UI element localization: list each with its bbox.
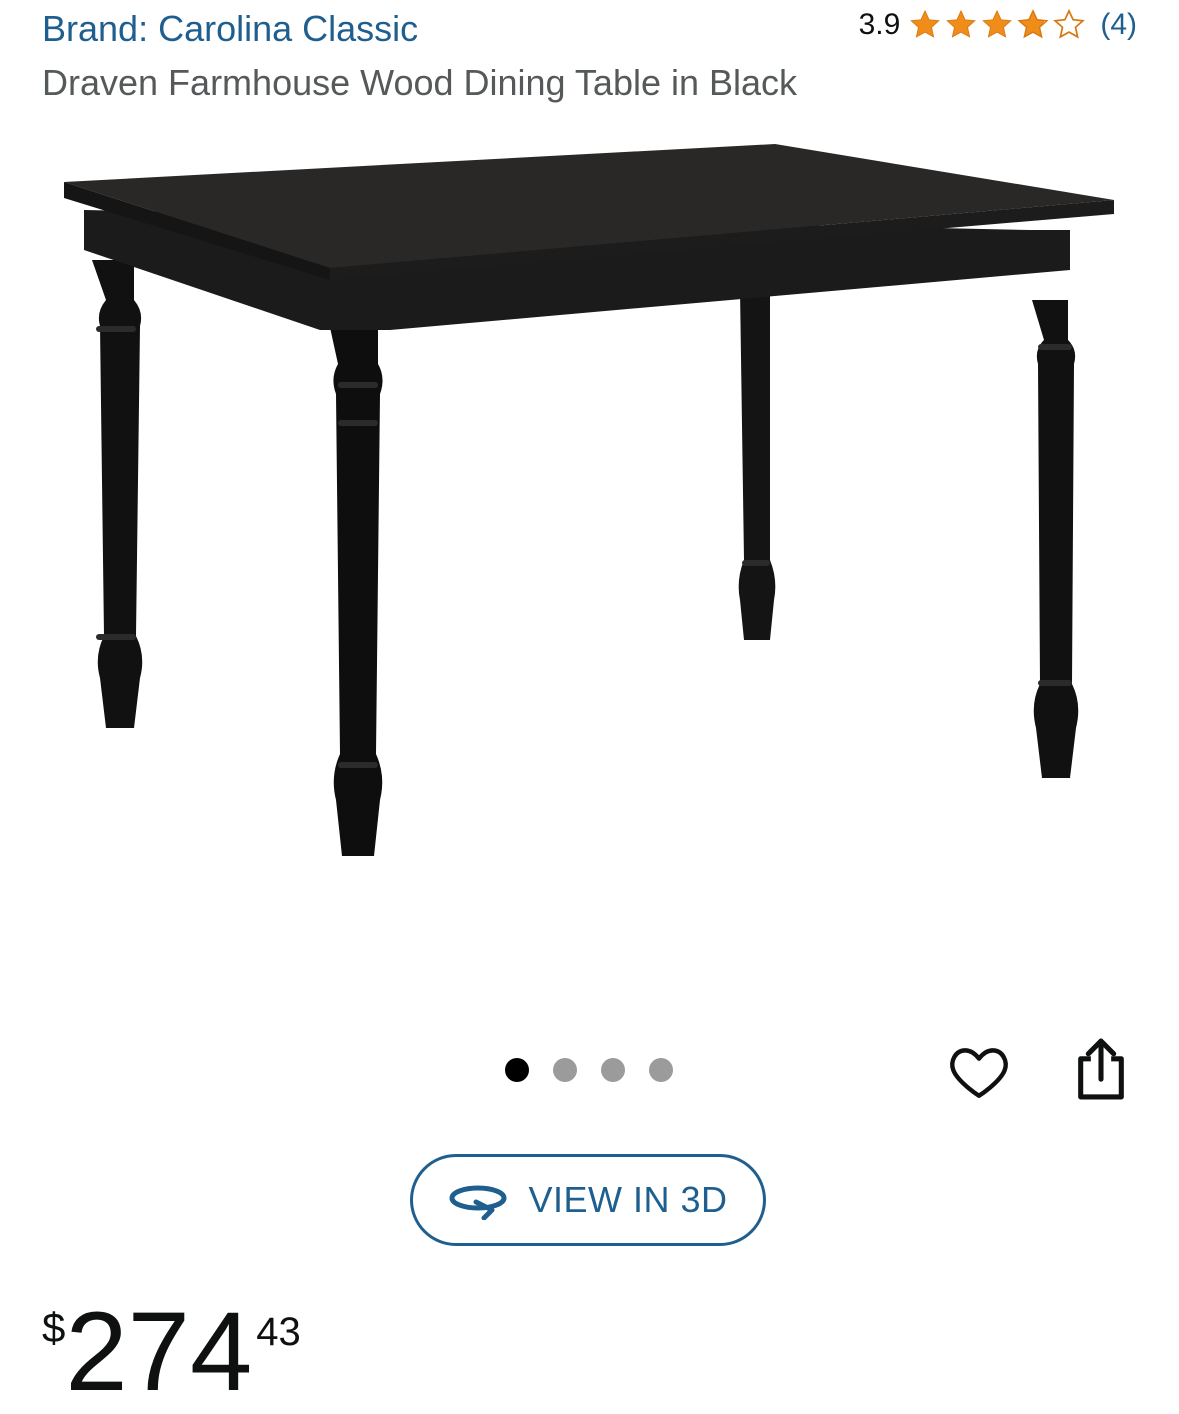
price-whole: 274: [65, 1289, 253, 1414]
star-icon: [1017, 9, 1049, 39]
carousel-dot[interactable]: [601, 1058, 625, 1082]
heart-icon[interactable]: [946, 1038, 1012, 1104]
view-in-3d-label: VIEW IN 3D: [528, 1179, 728, 1220]
price-symbol: $: [42, 1304, 66, 1351]
product-title: Draven Farmhouse Wood Dining Table in Bl…: [42, 62, 798, 103]
rotate-3d-icon: [449, 1185, 507, 1220]
rating-count-link[interactable]: (4): [1100, 8, 1137, 42]
price: $ 274 43: [42, 1296, 301, 1408]
star-icon: [982, 9, 1013, 38]
share-icon[interactable]: [1070, 1036, 1132, 1102]
carousel-indicator: [505, 1058, 673, 1082]
star-rating: [908, 8, 1086, 42]
star-empty-icon: [1053, 8, 1086, 39]
carousel-dot[interactable]: [553, 1058, 577, 1082]
view-in-3d-button[interactable]: VIEW IN 3D: [410, 1154, 766, 1246]
dining-table-image[interactable]: [40, 130, 1140, 890]
brand-link[interactable]: Brand: Carolina Classic: [42, 8, 418, 50]
rating-value: 3.9: [858, 8, 901, 41]
star-icon: [946, 9, 977, 38]
star-icon: [910, 9, 941, 38]
rating-summary[interactable]: 3.9 (4): [859, 8, 1137, 42]
carousel-dot[interactable]: [505, 1058, 529, 1082]
carousel-dot[interactable]: [649, 1058, 673, 1082]
price-fraction: 43: [256, 1310, 301, 1354]
